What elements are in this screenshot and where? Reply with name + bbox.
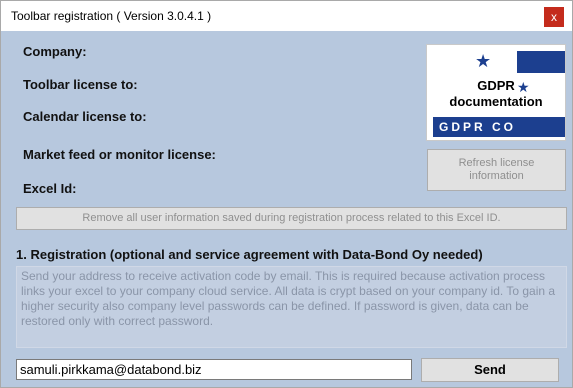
remove-user-info-button[interactable]: Remove all user information saved during… (16, 207, 567, 230)
gdpr-banner-text: GDPR CO (433, 117, 565, 137)
gdpr-documentation-link[interactable]: ★ ★ GDPR documentation GDPR CO (426, 44, 566, 141)
email-input[interactable] (16, 359, 412, 380)
market-feed-license-label: Market feed or monitor license: (23, 147, 216, 162)
gdpr-banner-top (517, 51, 565, 73)
registration-heading: 1. Registration (optional and service ag… (16, 247, 483, 262)
refresh-license-label: Refresh license information (458, 157, 535, 182)
company-label: Company: (23, 44, 87, 59)
window-title: Toolbar registration ( Version 3.0.4.1 ) (11, 9, 212, 23)
gdpr-title: GDPR (477, 78, 515, 93)
toolbar-license-label: Toolbar license to: (23, 77, 138, 92)
star-icon: ★ (475, 51, 492, 71)
title-bar: Toolbar registration ( Version 3.0.4.1 )… (1, 1, 572, 31)
refresh-license-button[interactable]: Refresh license information (427, 149, 566, 191)
calendar-license-label: Calendar license to: (23, 109, 147, 124)
registration-info-text: Send your address to receive activation … (16, 266, 567, 348)
send-button[interactable]: Send (421, 358, 559, 382)
gdpr-subtitle: documentation (449, 94, 543, 109)
excel-id-label: Excel Id: (23, 181, 77, 196)
registration-window: Toolbar registration ( Version 3.0.4.1 )… (0, 0, 573, 388)
close-button[interactable]: x (544, 7, 564, 27)
